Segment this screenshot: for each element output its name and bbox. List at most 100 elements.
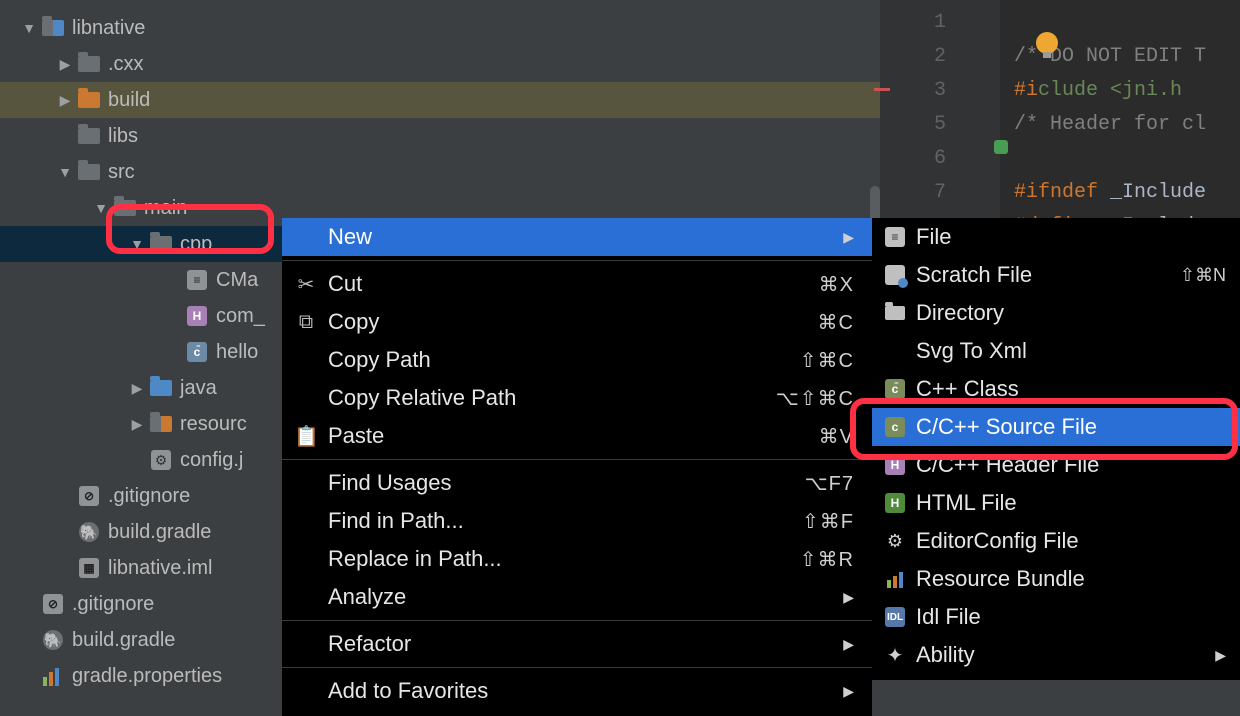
paste-icon: 📋 (294, 424, 318, 449)
sub-item-scratch[interactable]: Scratch File ⇧⌘N (872, 256, 1240, 294)
chevron-right-icon (130, 416, 144, 433)
ctx-item-refactor[interactable]: Refactor ▶ (282, 625, 872, 663)
tree-label: main (144, 197, 187, 220)
tree-label: .cxx (108, 53, 144, 76)
shortcut: ⇧⌘C (800, 348, 854, 373)
ctx-label: Find Usages (328, 470, 805, 496)
submenu-arrow-icon: ▶ (1215, 647, 1226, 664)
submenu-arrow-icon: ▶ (843, 589, 854, 606)
ctx-label: Analyze (328, 584, 833, 610)
tree-label: cpp (180, 233, 212, 256)
intention-bulb-icon[interactable] (1036, 32, 1058, 54)
folder-icon (78, 161, 100, 183)
menu-separator (282, 667, 872, 668)
ctx-item-cut[interactable]: ✂ Cut ⌘X (282, 265, 872, 303)
ctx-label: Replace in Path... (328, 546, 800, 572)
sub-item-csource[interactable]: c C/C++ Source File (872, 408, 1240, 446)
tree-item-cxx[interactable]: .cxx (0, 46, 880, 82)
ctx-item-new[interactable]: New ▶ (282, 218, 872, 256)
folder-icon (114, 197, 136, 219)
tree-label: src (108, 161, 135, 184)
line-number: 2 (880, 40, 946, 74)
sub-item-svgtoxml[interactable]: Svg To Xml (872, 332, 1240, 370)
resource-bundle-icon (882, 570, 908, 588)
tree-label: libnative (72, 17, 145, 40)
tree-label: libs (108, 125, 138, 148)
shortcut: ⇧⌘F (802, 509, 854, 534)
sub-item-directory[interactable]: Directory (872, 294, 1240, 332)
ctx-item-findusages[interactable]: Find Usages ⌥F7 (282, 464, 872, 502)
chevron-down-icon (22, 20, 36, 36)
folder-icon (882, 306, 908, 320)
shortcut: ⌥F7 (805, 471, 854, 496)
sub-item-cheader[interactable]: H C/C++ Header File (872, 446, 1240, 484)
sub-label: Directory (916, 300, 1226, 326)
sub-item-idlfile[interactable]: IDL Idl File (872, 598, 1240, 636)
ctx-label: New (328, 224, 833, 250)
cpp-class-icon: c̄ (882, 379, 908, 399)
sub-item-ability[interactable]: ✦ Ability ▶ (872, 636, 1240, 674)
error-marker (874, 88, 890, 91)
sub-label: Resource Bundle (916, 566, 1226, 592)
folder-icon (42, 17, 64, 39)
editor-gutter: 1 2 3 5 6 7 (880, 0, 960, 220)
sub-label: Ability (916, 642, 1215, 668)
code-area[interactable]: /* DO NOT EDIT T #iclude <jni.h /* Heade… (1000, 0, 1240, 220)
chevron-down-icon (130, 236, 144, 252)
tree-label: config.j (180, 449, 243, 472)
ctx-label: Copy Path (328, 347, 800, 373)
chevron-down-icon (58, 164, 72, 180)
tree-label: com_ (216, 305, 265, 328)
ctx-label: Copy (328, 309, 818, 335)
chevron-right-icon (130, 380, 144, 397)
tree-label: CMa (216, 269, 258, 292)
code-token: #i (1014, 79, 1038, 102)
shortcut: ⇧⌘R (800, 547, 854, 572)
tree-item-libnative[interactable]: libnative (0, 10, 880, 46)
ctx-item-copypath[interactable]: Copy Path ⇧⌘C (282, 341, 872, 379)
ctx-item-copy[interactable]: ⧉ Copy ⌘C (282, 303, 872, 341)
folder-icon (78, 89, 100, 111)
sub-item-cppclass[interactable]: c̄ C++ Class (872, 370, 1240, 408)
tree-item-libs[interactable]: libs (0, 118, 880, 154)
sub-item-htmlfile[interactable]: H HTML File (872, 484, 1240, 522)
tree-item-src[interactable]: src (0, 154, 880, 190)
code-token: #ifndef (1014, 181, 1098, 204)
code-editor[interactable]: 1 2 3 5 6 7 /* DO NOT EDIT T #iclude <jn… (880, 0, 1240, 220)
ctx-item-replaceinpath[interactable]: Replace in Path... ⇧⌘R (282, 540, 872, 578)
tree-label: hello (216, 341, 258, 364)
menu-separator (282, 620, 872, 621)
tree-item-build[interactable]: build (0, 82, 880, 118)
gradle-icon: 🐘 (78, 521, 100, 543)
tree-label: build.gradle (108, 521, 211, 544)
shortcut: ⌘V (819, 424, 854, 449)
gear-icon: ⚙ (882, 531, 908, 552)
sub-item-file[interactable]: ≡ File (872, 218, 1240, 256)
ctx-label: Add to Favorites (328, 678, 833, 704)
idl-file-icon: IDL (882, 607, 908, 627)
code-token: _Include (1098, 181, 1206, 204)
ctx-label: Paste (328, 423, 819, 449)
ctx-item-findinpath[interactable]: Find in Path... ⇧⌘F (282, 502, 872, 540)
tree-label: .gitignore (108, 485, 190, 508)
sub-label: File (916, 224, 1226, 250)
gitignore-icon: ⊘ (42, 593, 64, 615)
chevron-right-icon (58, 56, 72, 73)
line-number: 6 (880, 142, 946, 176)
submenu-arrow-icon: ▶ (843, 229, 854, 246)
ctx-item-analyze[interactable]: Analyze ▶ (282, 578, 872, 616)
sub-item-resourcebundle[interactable]: Resource Bundle (872, 560, 1240, 598)
sub-label: C/C++ Header File (916, 452, 1226, 478)
ctx-item-paste[interactable]: 📋 Paste ⌘V (282, 417, 872, 455)
ctx-item-copyrelpath[interactable]: Copy Relative Path ⌥⇧⌘C (282, 379, 872, 417)
sub-label: Svg To Xml (916, 338, 1226, 364)
line-number: 3 (880, 74, 946, 108)
scratch-file-icon (882, 265, 908, 285)
new-submenu: ≡ File Scratch File ⇧⌘N Directory Svg To… (872, 218, 1240, 680)
sub-item-editorconfig[interactable]: ⚙ EditorConfig File (872, 522, 1240, 560)
tree-label: build.gradle (72, 629, 175, 652)
sub-label: EditorConfig File (916, 528, 1226, 554)
scissors-icon: ✂ (294, 272, 318, 297)
ctx-item-addfav[interactable]: Add to Favorites ▶ (282, 672, 872, 710)
folder-icon (78, 53, 100, 75)
